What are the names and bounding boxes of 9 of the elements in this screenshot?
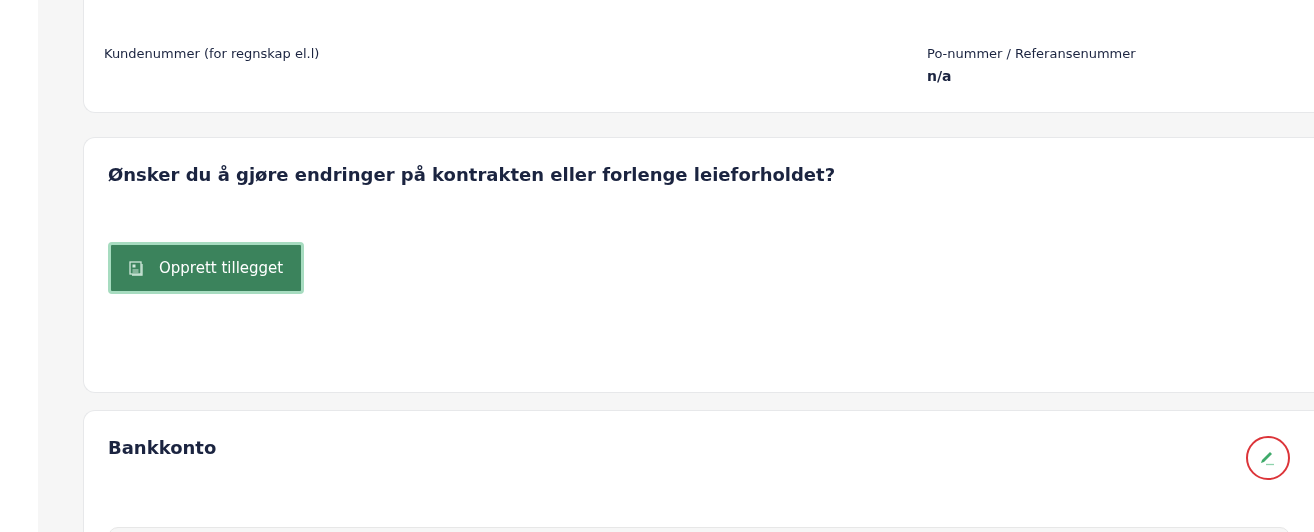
field-value: n/a <box>927 66 953 86</box>
field-label: Kundenummer (for regnskap el.l) <box>104 45 321 63</box>
edit-button[interactable] <box>1246 436 1290 480</box>
card-heading: Ønsker du å gjøre endringer på kontrakten eller forlenge leieforholdet? <box>108 164 836 186</box>
document-icon <box>129 259 145 276</box>
create-amendment-button[interactable]: Opprett tillegget <box>108 241 305 295</box>
field-label: Po-nummer / Referansenummer <box>927 45 1136 63</box>
pencil-icon <box>1259 450 1277 466</box>
card-heading: Bankkonto <box>108 437 217 459</box>
